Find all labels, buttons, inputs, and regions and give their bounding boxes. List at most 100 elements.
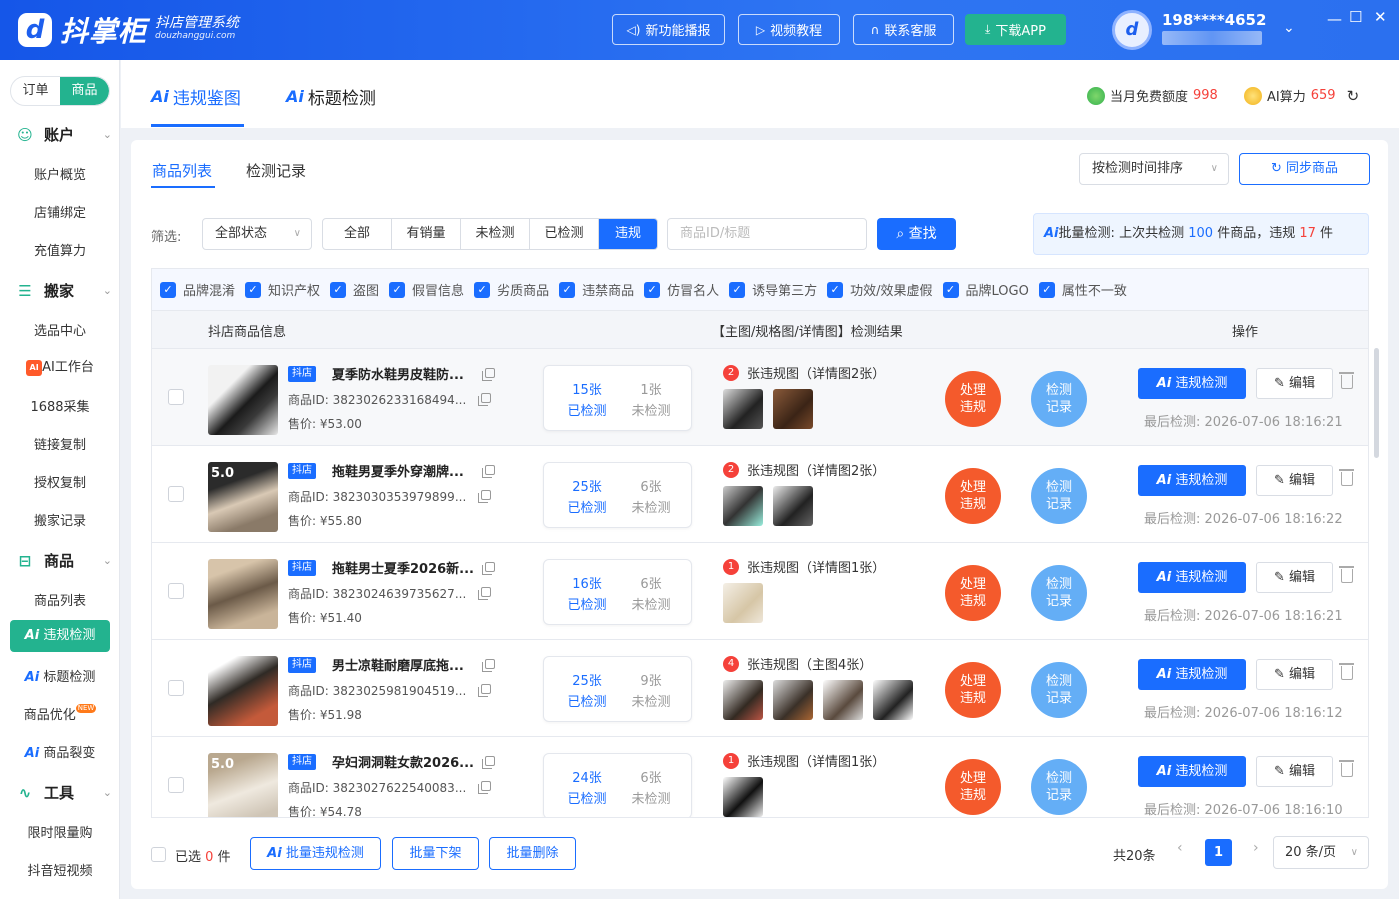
handle-violation-button[interactable]: 处理 违规 xyxy=(945,565,1001,621)
row-checkbox[interactable] xyxy=(168,583,184,599)
sidebar-item-1688[interactable]: 1688采集 xyxy=(0,396,120,415)
batch-violation-check-button[interactable]: Ai 批量违规检测 xyxy=(250,837,381,870)
product-thumbnail[interactable]: 5.0 xyxy=(208,462,278,532)
copy-icon[interactable] xyxy=(478,781,491,794)
sidebar-item-auth-copy[interactable]: 授权复制 xyxy=(0,472,120,491)
sidebar-item-ai-workbench[interactable]: AI AI工作台 xyxy=(0,356,120,376)
scrollbar[interactable] xyxy=(1374,348,1379,458)
select-all-checkbox[interactable] xyxy=(151,847,166,862)
category-checkbox[interactable]: ✓ 品牌混淆 xyxy=(160,280,235,299)
trash-icon[interactable] xyxy=(1339,760,1354,777)
refresh-icon[interactable]: ↻ xyxy=(1347,87,1360,105)
check-record-button[interactable]: 检测 记录 xyxy=(1031,565,1087,621)
violation-image[interactable] xyxy=(723,680,763,720)
tab-violation-image[interactable]: Ai 违规鉴图 xyxy=(151,84,241,109)
unchecked-count[interactable]: 1张 未检测 xyxy=(616,380,686,422)
trash-icon[interactable] xyxy=(1339,566,1354,583)
violation-check-button[interactable]: Ai 违规检测 xyxy=(1138,756,1246,787)
violation-check-button[interactable]: Ai 违规检测 xyxy=(1138,659,1246,690)
mode-toggle[interactable]: 订单 商品 xyxy=(10,76,110,106)
category-checkbox[interactable]: ✓ 违禁商品 xyxy=(559,280,634,299)
violation-image[interactable] xyxy=(723,777,763,817)
copy-icon[interactable] xyxy=(482,659,495,672)
row-checkbox[interactable] xyxy=(168,777,184,793)
product-title[interactable]: 男士凉鞋耐磨厚底拖... xyxy=(332,655,477,674)
violation-image[interactable] xyxy=(723,583,763,623)
category-checkbox[interactable]: ✓ 盗图 xyxy=(330,280,379,299)
sidebar-item-product-center[interactable]: 选品中心 xyxy=(0,320,120,339)
handle-violation-button[interactable]: 处理 违规 xyxy=(945,371,1001,427)
sidebar-item-title-check[interactable]: Ai 标题检测 xyxy=(0,666,120,685)
sidebar-item-product-optimize[interactable]: 商品优化 NEW xyxy=(0,704,120,723)
minimize-icon[interactable]: — xyxy=(1327,10,1342,28)
page-size-select[interactable]: 20 条/页 ∨ xyxy=(1273,836,1369,869)
violation-image[interactable] xyxy=(773,486,813,526)
copy-icon[interactable] xyxy=(482,368,495,381)
next-page-icon[interactable]: › xyxy=(1253,840,1259,856)
mode-products[interactable]: 商品 xyxy=(60,77,109,105)
status-select[interactable]: 全部状态 ∨ xyxy=(202,218,312,250)
product-title[interactable]: 拖鞋男士夏季2026新... xyxy=(332,558,477,577)
edit-button[interactable]: ✎ 编辑 xyxy=(1256,368,1333,399)
violation-image[interactable] xyxy=(723,389,763,429)
tab-title-check[interactable]: Ai 标题检测 xyxy=(286,84,376,109)
product-thumbnail[interactable] xyxy=(208,365,278,435)
violation-check-button[interactable]: Ai 违规检测 xyxy=(1138,562,1246,593)
copy-icon[interactable] xyxy=(482,465,495,478)
sidebar-group-tools[interactable]: ∿ 工具 ⌄ xyxy=(16,782,112,803)
copy-icon[interactable] xyxy=(478,684,491,697)
filter-checked[interactable]: 已检测 xyxy=(530,219,599,249)
checked-count[interactable]: 25张 已检测 xyxy=(552,477,622,519)
handle-violation-button[interactable]: 处理 违规 xyxy=(945,468,1001,524)
edit-button[interactable]: ✎ 编辑 xyxy=(1256,756,1333,787)
product-title[interactable]: 拖鞋男夏季外穿潮牌... xyxy=(332,461,477,480)
search-input[interactable]: 商品ID/标题 xyxy=(667,218,867,250)
search-button[interactable]: ⌕ 查找 xyxy=(877,218,956,250)
filter-has-sales[interactable]: 有销量 xyxy=(392,219,461,249)
batch-delist-button[interactable]: 批量下架 xyxy=(392,837,479,870)
category-checkbox[interactable]: ✓ 诱导第三方 xyxy=(729,280,817,299)
sidebar-group-migrate[interactable]: ☰ 搬家 ⌄ xyxy=(16,280,112,301)
checked-count[interactable]: 25张 已检测 xyxy=(552,671,622,713)
sort-select[interactable]: 按检测时间排序 ∨ xyxy=(1079,153,1229,185)
checked-count[interactable]: 24张 已检测 xyxy=(552,768,622,810)
sidebar-item-product-split[interactable]: Ai 商品裂变 xyxy=(0,742,120,761)
download-app-button[interactable]: ⤓ 下载APP xyxy=(965,14,1066,45)
sidebar-group-account[interactable]: ☺ 账户 ⌄ xyxy=(16,124,112,145)
contact-support-button[interactable]: ∩ 联系客服 xyxy=(853,14,954,45)
row-checkbox[interactable] xyxy=(168,389,184,405)
sidebar-item-link-copy[interactable]: 链接复制 xyxy=(0,434,120,453)
feature-news-button[interactable]: ◁) 新功能播报 xyxy=(612,14,725,45)
product-thumbnail[interactable] xyxy=(208,559,278,629)
sidebar-item-account-overview[interactable]: 账户概览 xyxy=(0,164,120,183)
check-record-button[interactable]: 检测 记录 xyxy=(1031,759,1087,815)
violation-image[interactable] xyxy=(823,680,863,720)
row-checkbox[interactable] xyxy=(168,486,184,502)
sync-products-button[interactable]: ↻ 同步商品 xyxy=(1239,153,1370,185)
filter-violation[interactable]: 违规 xyxy=(599,219,657,249)
copy-icon[interactable] xyxy=(482,756,495,769)
check-record-button[interactable]: 检测 记录 xyxy=(1031,468,1087,524)
edit-button[interactable]: ✎ 编辑 xyxy=(1256,562,1333,593)
row-checkbox[interactable] xyxy=(168,680,184,696)
chevron-down-icon[interactable]: ⌄ xyxy=(1283,20,1295,36)
violation-check-button[interactable]: Ai 违规检测 xyxy=(1138,368,1246,399)
product-thumbnail[interactable]: 5.0 xyxy=(208,753,278,817)
batch-delete-button[interactable]: 批量删除 xyxy=(489,837,576,870)
violation-check-button[interactable]: Ai 违规检测 xyxy=(1138,465,1246,496)
violation-image[interactable] xyxy=(873,680,913,720)
maximize-icon[interactable]: ☐ xyxy=(1349,8,1362,26)
copy-icon[interactable] xyxy=(478,393,491,406)
category-checkbox[interactable]: ✓ 功效/效果虚假 xyxy=(827,280,933,299)
tab-check-records[interactable]: 检测记录 xyxy=(246,160,306,181)
copy-icon[interactable] xyxy=(482,562,495,575)
filter-unchecked[interactable]: 未检测 xyxy=(461,219,530,249)
user-phone[interactable]: 198****4652 xyxy=(1162,11,1266,29)
category-checkbox[interactable]: ✓ 品牌LOGO xyxy=(942,280,1029,299)
category-checkbox[interactable]: ✓ 假冒信息 xyxy=(389,280,464,299)
category-checkbox[interactable]: ✓ 仿冒名人 xyxy=(644,280,719,299)
handle-violation-button[interactable]: 处理 违规 xyxy=(945,759,1001,815)
sidebar-item-recharge[interactable]: 充值算力 xyxy=(0,240,120,259)
handle-violation-button[interactable]: 处理 违规 xyxy=(945,662,1001,718)
product-title[interactable]: 夏季防水鞋男皮鞋防... xyxy=(332,364,477,383)
